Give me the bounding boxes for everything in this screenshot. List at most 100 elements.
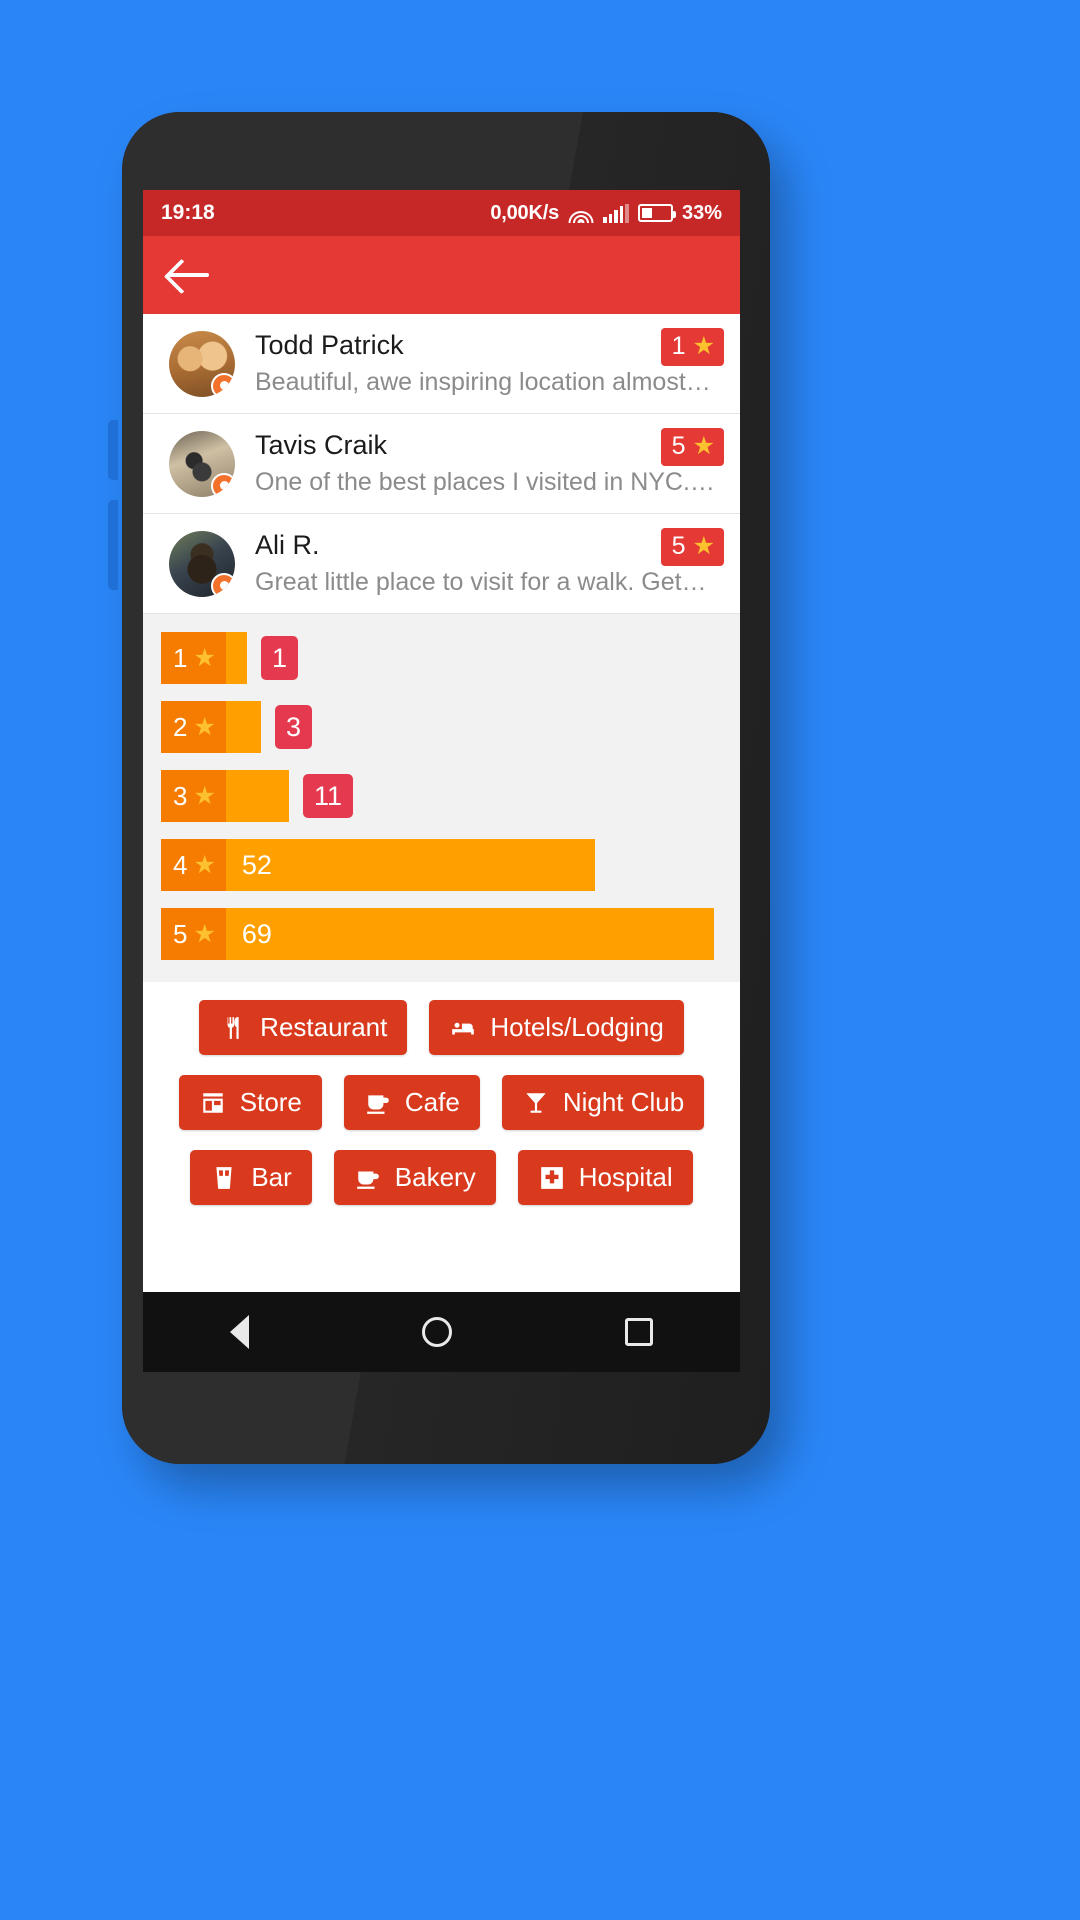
category-restaurant-button[interactable]: Restaurant	[199, 1000, 408, 1055]
rating-badge: 5 ★	[660, 428, 724, 466]
cocktail-glass-icon	[522, 1089, 550, 1117]
source-badge-icon	[211, 372, 235, 397]
star-level: 4	[173, 849, 188, 880]
star-icon: ★	[193, 712, 216, 741]
star-icon: ★	[193, 781, 216, 810]
app-bar	[143, 236, 740, 314]
histogram-bar-label: 3 ★	[161, 770, 226, 822]
wifi-icon	[568, 203, 594, 223]
star-icon: ★	[193, 919, 216, 948]
rating-value: 5	[671, 432, 686, 460]
android-nav-bar	[143, 1292, 740, 1372]
star-level: 5	[173, 918, 188, 949]
star-icon: ★	[193, 850, 216, 879]
star-level: 3	[173, 780, 188, 811]
status-time: 19:18	[161, 201, 215, 224]
category-store-button[interactable]: Store	[178, 1075, 322, 1130]
category-label: Store	[239, 1087, 302, 1117]
histogram-count: 52	[241, 849, 272, 880]
category-hospital-button[interactable]: Hospital	[517, 1150, 693, 1205]
histogram-count: 1	[261, 635, 299, 681]
status-icons: 0,00K/s 33%	[490, 202, 722, 225]
histogram-bar: 4 ★ 52	[161, 839, 595, 891]
bar-drink-icon	[210, 1164, 238, 1192]
star-icon: ★	[692, 532, 715, 560]
battery-icon	[637, 204, 676, 222]
histogram-bar-label: 2 ★	[161, 701, 226, 753]
category-label: Hospital	[578, 1162, 673, 1192]
source-badge-icon	[211, 572, 235, 597]
histogram-row: 5 ★ 69	[161, 908, 722, 960]
review-snippet: Beautiful, awe inspiring location almost…	[255, 367, 711, 396]
volume-button[interactable]	[108, 420, 118, 480]
avatar	[169, 430, 235, 497]
review-text: Ali R. Great little place to visit for a…	[255, 529, 722, 598]
histogram-count: 69	[241, 918, 272, 949]
reviewer-name: Ali R.	[255, 529, 320, 560]
nav-home-circle-icon[interactable]	[421, 1317, 452, 1347]
source-badge-icon	[211, 472, 235, 497]
rating-badge: 5 ★	[660, 528, 724, 566]
category-bar-button[interactable]: Bar	[190, 1150, 312, 1205]
histogram-bar: 3 ★	[161, 770, 289, 822]
rating-value: 5	[671, 532, 686, 560]
histogram-bar-label: 4 ★	[161, 839, 226, 891]
cafe-cup-icon	[364, 1089, 392, 1117]
category-buttons: Restaurant Hotels/Lodging Store Cafe Nig…	[143, 982, 740, 1237]
star-level: 1	[173, 642, 188, 673]
rating-value: 1	[671, 332, 686, 360]
category-hotels-lodging-button[interactable]: Hotels/Lodging	[429, 1000, 684, 1055]
review-row[interactable]: Tavis Craik One of the best places I vis…	[143, 414, 740, 514]
histogram-bar-label: 5 ★	[161, 908, 226, 960]
histogram-bar: 1 ★	[161, 632, 247, 684]
signal-icon	[603, 203, 629, 223]
star-level: 2	[173, 711, 188, 742]
review-text: Todd Patrick Beautiful, awe inspiring lo…	[255, 329, 722, 398]
back-arrow-icon[interactable]	[169, 258, 213, 292]
avatar	[169, 330, 235, 397]
reviewer-name: Tavis Craik	[255, 429, 388, 460]
rating-histogram: 1 ★ 1 2 ★ 3 3 ★ 11 4 ★ 52 5 ★ 69	[143, 614, 740, 982]
category-row: Store Cafe Night Club	[159, 1075, 724, 1130]
category-row: Bar Bakery Hospital	[159, 1150, 724, 1205]
nav-back-triangle-icon[interactable]	[229, 1315, 249, 1349]
review-row[interactable]: Ali R. Great little place to visit for a…	[143, 514, 740, 614]
histogram-count: 3	[275, 704, 313, 750]
category-night-club-button[interactable]: Night Club	[501, 1075, 705, 1130]
category-label: Restaurant	[260, 1012, 388, 1042]
category-label: Hotels/Lodging	[490, 1012, 664, 1042]
star-icon: ★	[692, 432, 715, 460]
histogram-bar: 2 ★	[161, 701, 261, 753]
histogram-bar-label: 1 ★	[161, 632, 226, 684]
bakery-cup-icon	[354, 1164, 382, 1192]
star-icon: ★	[193, 643, 216, 672]
category-label: Cafe	[404, 1087, 460, 1117]
store-icon	[199, 1089, 227, 1117]
histogram-row: 3 ★ 11	[161, 770, 722, 822]
review-row[interactable]: Todd Patrick Beautiful, awe inspiring lo…	[143, 314, 740, 414]
phone-screen: 19:18 0,00K/s 33% Todd Patrick Beautiful…	[143, 190, 740, 1292]
review-snippet: One of the best places I visited in NYC.…	[255, 467, 714, 496]
category-label: Bakery	[394, 1162, 476, 1192]
hospital-cross-icon	[538, 1164, 566, 1192]
review-text: Tavis Craik One of the best places I vis…	[255, 429, 722, 498]
status-bar: 19:18 0,00K/s 33%	[143, 190, 740, 236]
restaurant-icon	[219, 1014, 247, 1042]
power-button[interactable]	[108, 500, 118, 590]
histogram-count: 11	[303, 773, 354, 819]
rating-badge: 1 ★	[660, 328, 724, 366]
category-bakery-button[interactable]: Bakery	[333, 1150, 496, 1205]
nav-recents-square-icon[interactable]	[625, 1318, 654, 1346]
histogram-row: 2 ★ 3	[161, 701, 722, 753]
network-speed-label: 0,00K/s	[490, 201, 559, 224]
histogram-row: 4 ★ 52	[161, 839, 722, 891]
reviews-list[interactable]: Todd Patrick Beautiful, awe inspiring lo…	[143, 314, 740, 614]
review-snippet: Great little place to visit for a walk. …	[255, 567, 707, 596]
avatar	[169, 530, 235, 597]
category-cafe-button[interactable]: Cafe	[343, 1075, 480, 1130]
battery-percent-label: 33%	[681, 201, 722, 224]
histogram-row: 1 ★ 1	[161, 632, 722, 684]
category-label: Bar	[251, 1162, 292, 1192]
category-label: Night Club	[562, 1087, 685, 1117]
hotel-bed-icon	[449, 1014, 477, 1042]
